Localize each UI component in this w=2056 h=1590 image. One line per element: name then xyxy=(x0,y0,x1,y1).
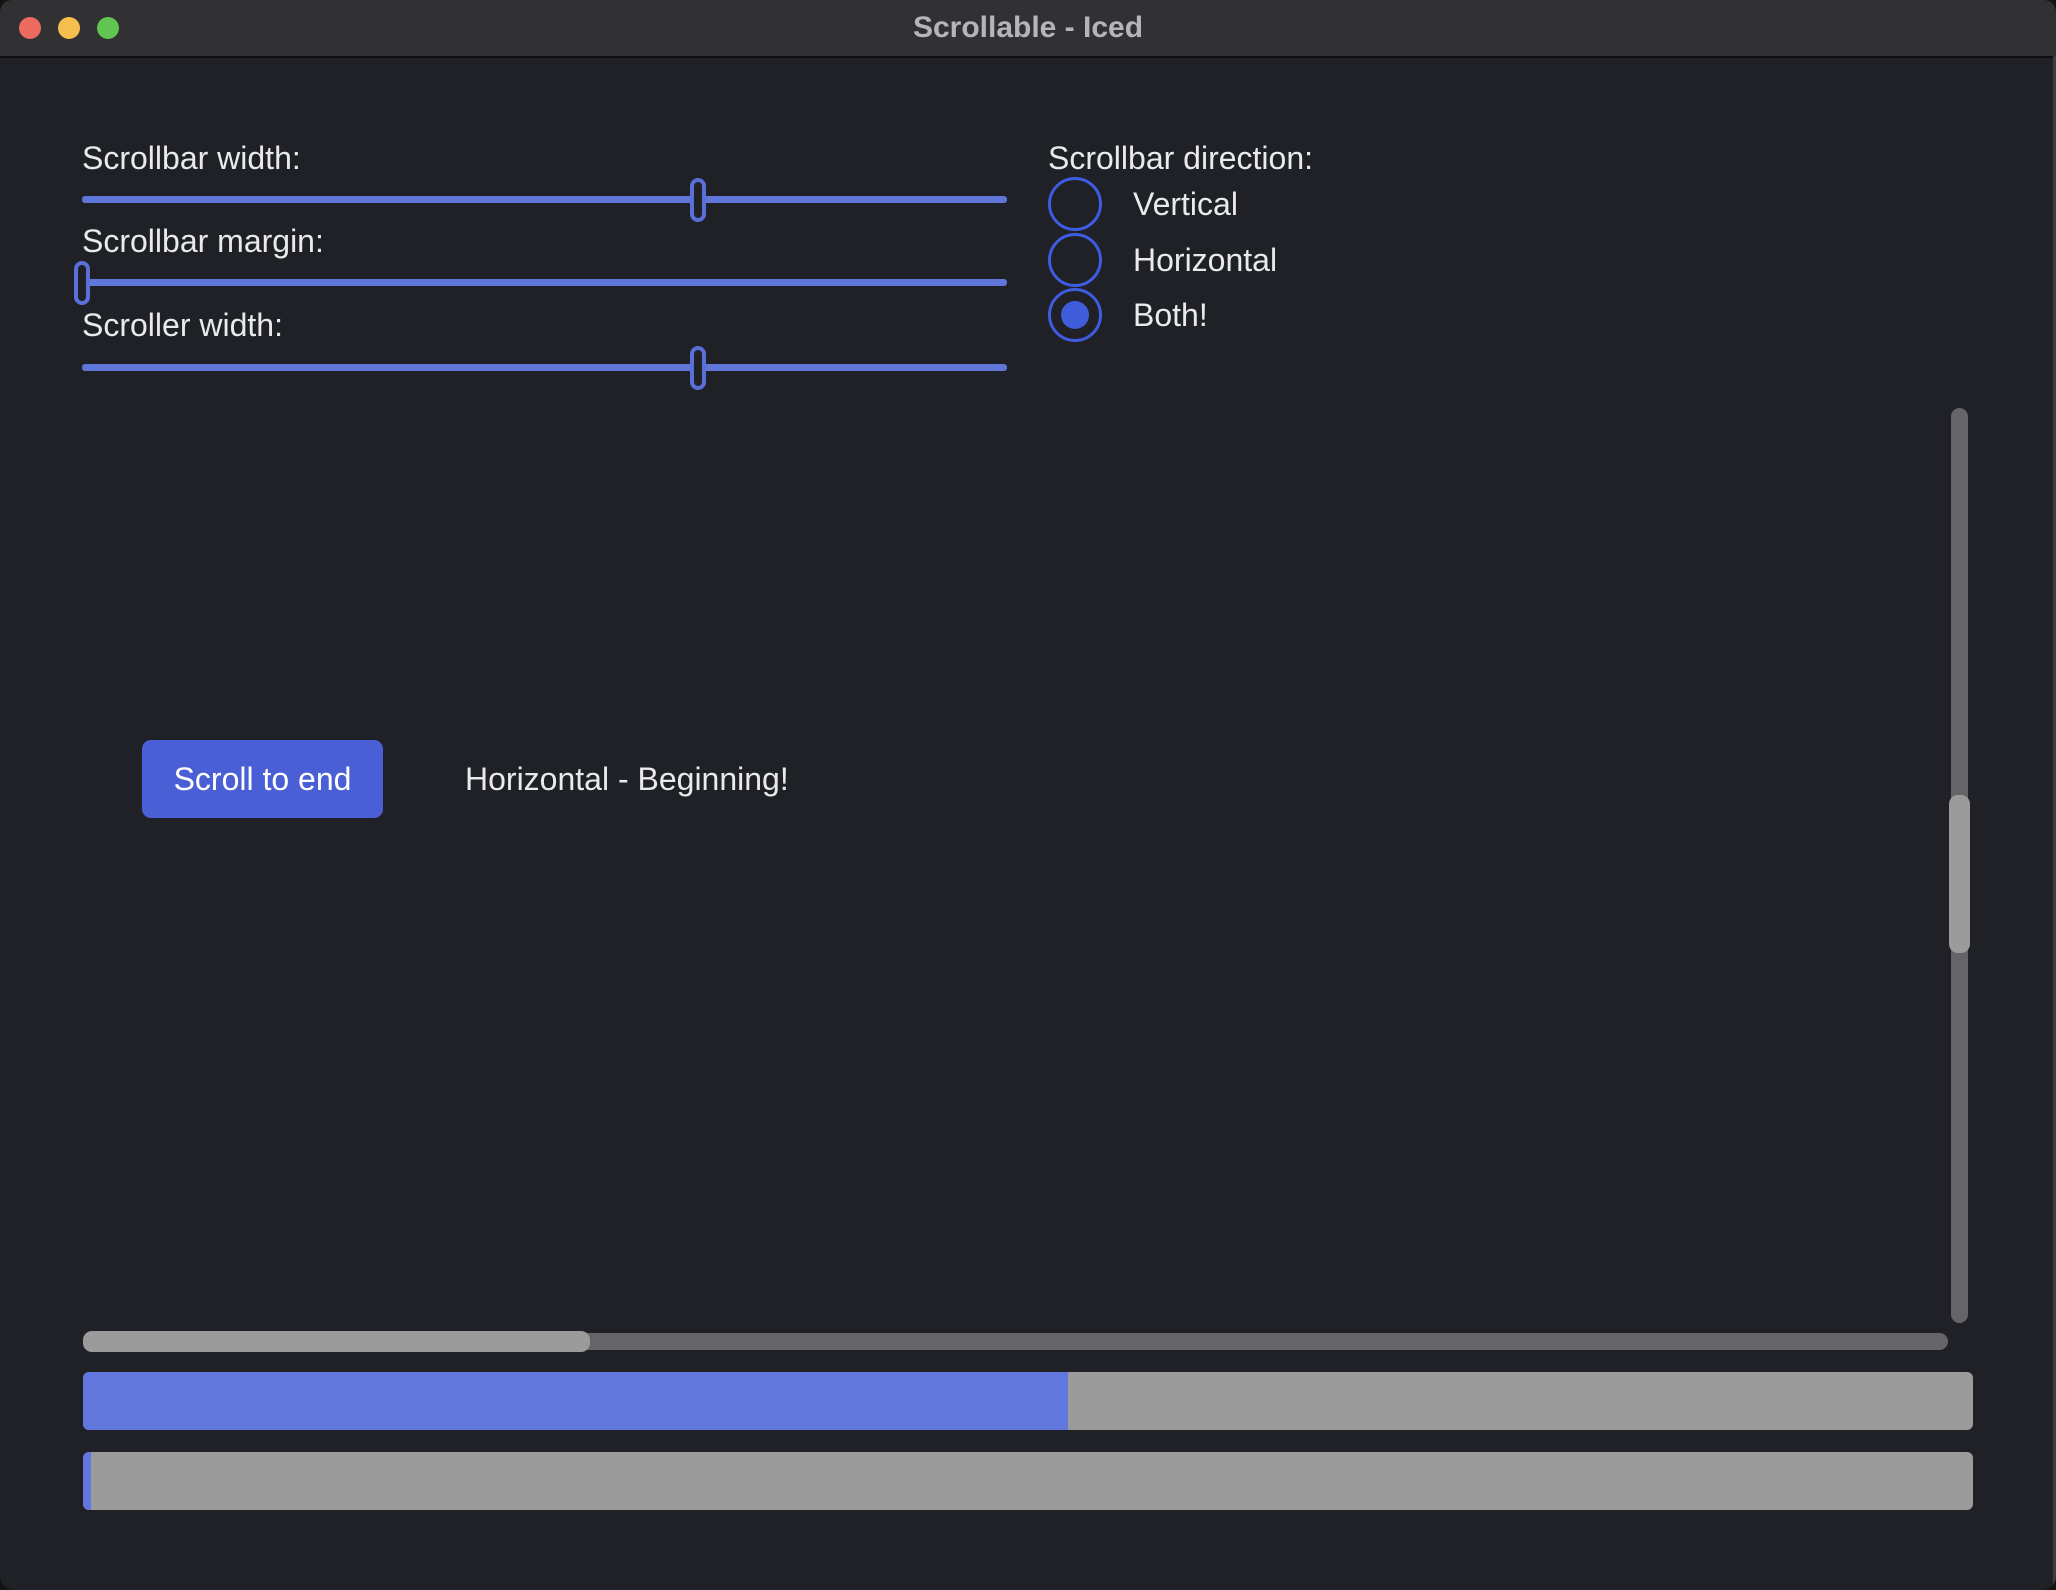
horizontal-scrollbar-thumb[interactable] xyxy=(83,1331,590,1352)
progress-bar-x-fill xyxy=(83,1372,1068,1430)
radio-circle-both[interactable] xyxy=(1048,288,1102,342)
scrollbar-width-slider-handle[interactable] xyxy=(690,178,706,222)
window-title: Scrollable - Iced xyxy=(0,0,2056,56)
scrollbar-margin-slider[interactable] xyxy=(82,279,1007,286)
radio-option-horizontal[interactable]: Horizontal xyxy=(1048,233,1277,287)
scrollbar-margin-slider-handle[interactable] xyxy=(74,261,90,305)
radio-label-both: Both! xyxy=(1133,297,1208,334)
horizontal-scrollbar[interactable] xyxy=(83,1333,1948,1350)
radio-circle-vertical[interactable] xyxy=(1048,177,1102,231)
scroller-width-slider-handle[interactable] xyxy=(690,346,706,390)
scrollbar-margin-label: Scrollbar margin: xyxy=(82,221,324,261)
app-window: Scrollable - Iced Scrollbar width: Scrol… xyxy=(0,0,2056,1590)
vertical-scrollbar-thumb[interactable] xyxy=(1949,795,1970,953)
radio-selected-dot xyxy=(1061,301,1089,329)
radio-label-vertical: Vertical xyxy=(1133,186,1238,223)
radio-label-horizontal: Horizontal xyxy=(1133,242,1277,279)
scroll-status-text: Horizontal - Beginning! xyxy=(465,740,789,818)
radio-option-vertical[interactable]: Vertical xyxy=(1048,177,1238,231)
progress-bar-y-fill xyxy=(83,1452,91,1510)
scrollbar-width-label: Scrollbar width: xyxy=(82,138,301,178)
vertical-scrollbar[interactable] xyxy=(1951,408,1968,1323)
progress-bar-x xyxy=(83,1372,1973,1430)
progress-bar-y xyxy=(83,1452,1973,1510)
scrollbar-width-slider[interactable] xyxy=(82,196,1007,203)
radio-option-both[interactable]: Both! xyxy=(1048,288,1208,342)
scroll-to-end-button[interactable]: Scroll to end xyxy=(142,740,383,818)
scroller-width-slider[interactable] xyxy=(82,364,1007,371)
title-bar: Scrollable - Iced xyxy=(0,0,2056,58)
scrollbar-direction-label: Scrollbar direction: xyxy=(1048,138,1313,178)
radio-circle-horizontal[interactable] xyxy=(1048,233,1102,287)
scroller-width-label: Scroller width: xyxy=(82,305,283,345)
